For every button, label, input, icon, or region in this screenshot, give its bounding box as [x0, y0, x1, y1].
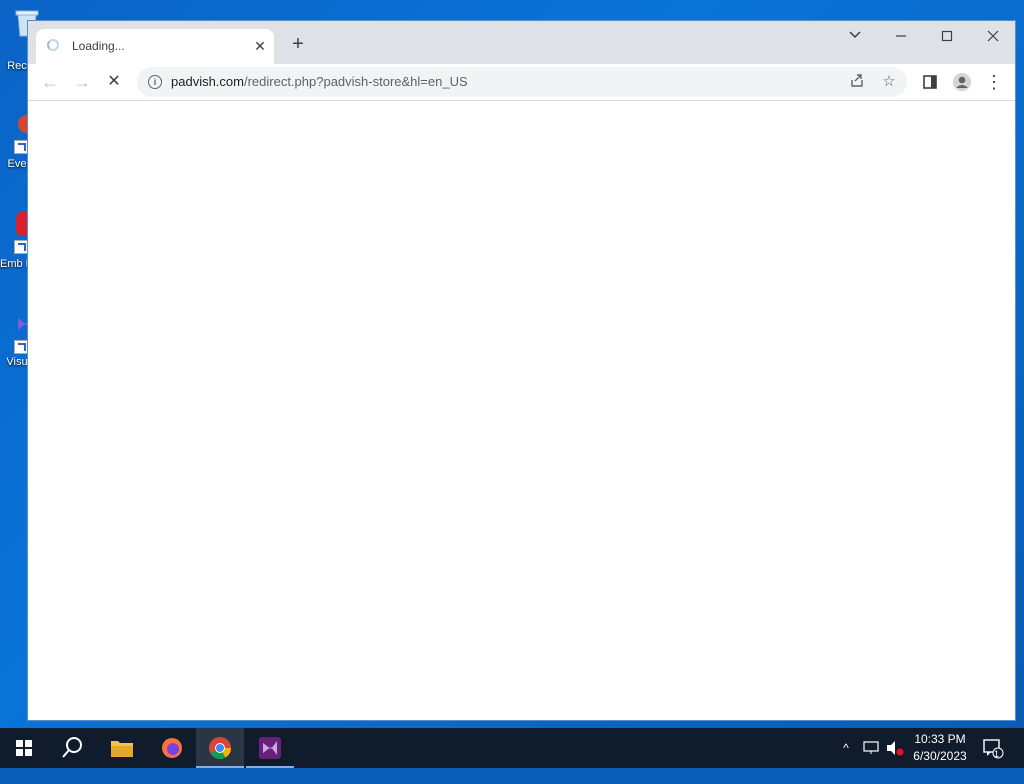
bookmark-button[interactable]: ☆ [879, 72, 899, 92]
maximize-button[interactable] [935, 27, 959, 47]
shortcut-arrow-icon [14, 240, 28, 254]
share-icon [851, 74, 863, 87]
forward-button[interactable]: → [70, 70, 94, 94]
browser-toolbar: ← → ✕ i padvish.com/redirect.php?padvish… [28, 64, 1015, 101]
taskbar: ^ 10:33 PM 6/30/2023 1 [0, 728, 1024, 768]
visual-studio-taskbar-button[interactable] [246, 728, 294, 768]
loading-spinner-icon [47, 39, 59, 51]
profile-button[interactable] [950, 70, 974, 94]
search-icon [62, 737, 82, 758]
close-icon [987, 30, 999, 42]
network-icon[interactable] [860, 728, 882, 768]
notification-icon [983, 739, 1004, 759]
chrome-button[interactable] [196, 728, 244, 768]
url-path: /redirect.php?padvish-store&hl=en_US [243, 74, 468, 89]
side-panel-icon [923, 75, 937, 89]
minimize-button[interactable] [889, 27, 913, 47]
side-panel-button[interactable] [918, 70, 942, 94]
browser-window: Loading... ✕ + ← → ✕ i padvish.com/redir… [27, 20, 1016, 721]
shortcut-arrow-icon [14, 140, 28, 154]
page-content[interactable] [28, 101, 1015, 720]
search-button[interactable] [48, 728, 96, 768]
notification-center-button[interactable]: 1 [980, 728, 1006, 768]
show-hidden-icons-button[interactable]: ^ [838, 728, 854, 768]
file-explorer-icon [111, 741, 133, 757]
url-text[interactable]: padvish.com/redirect.php?padvish-store&h… [171, 74, 468, 89]
new-tab-button[interactable]: + [288, 34, 308, 54]
profile-icon [953, 73, 971, 91]
shortcut-arrow-icon [14, 340, 28, 354]
url-host: padvish.com [171, 74, 244, 89]
chrome-icon [209, 737, 231, 759]
minimize-icon [896, 35, 906, 37]
start-icon [16, 740, 32, 756]
back-button[interactable]: ← [38, 70, 62, 94]
site-info-icon[interactable]: i [148, 75, 162, 89]
chevron-down-icon [849, 31, 861, 39]
file-explorer-button[interactable] [98, 728, 146, 768]
clock-date: 6/30/2023 [913, 749, 967, 763]
notification-count: 1 [994, 749, 1000, 759]
system-clock[interactable]: 10:33 PM 6/30/2023 [905, 731, 975, 765]
tab-search-button[interactable] [843, 27, 867, 47]
clock-time: 10:33 PM [914, 732, 966, 746]
menu-button[interactable]: ⋮ [982, 70, 1006, 94]
stop-button[interactable]: ✕ [102, 70, 126, 94]
firefox-button[interactable] [148, 728, 196, 768]
address-bar[interactable]: i padvish.com/redirect.php?padvish-store… [137, 67, 907, 97]
volume-muted-icon[interactable] [884, 728, 906, 768]
firefox-icon [162, 738, 182, 758]
tab-close-button[interactable]: ✕ [252, 38, 268, 54]
browser-tab[interactable]: Loading... ✕ [36, 29, 274, 64]
visual-studio-icon [259, 737, 281, 759]
close-window-button[interactable] [981, 27, 1005, 47]
tab-strip: Loading... ✕ + [28, 21, 1015, 64]
maximize-icon [941, 30, 953, 42]
tab-title: Loading... [72, 39, 125, 53]
share-button[interactable] [847, 72, 867, 92]
start-button[interactable] [0, 728, 48, 768]
